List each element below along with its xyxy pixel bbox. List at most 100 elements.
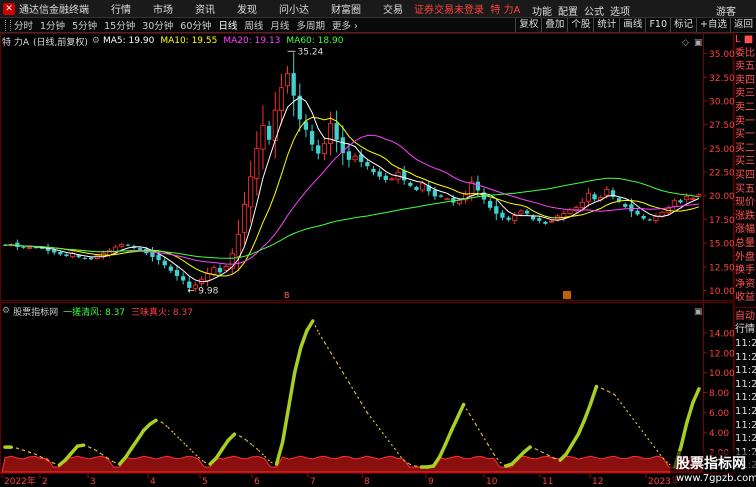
candle-body: [321, 143, 327, 154]
side-jingzi[interactable]: 净资: [735, 278, 756, 292]
side-waipan[interactable]: 外盘: [735, 251, 756, 265]
indicator-fall-segment: [95, 449, 102, 455]
indicator-rise-segment: [691, 387, 701, 405]
candle-body: [156, 254, 161, 261]
date-tick-label: 5: [202, 477, 208, 487]
candle-body: [260, 124, 266, 150]
indicator-fall-segment: [372, 419, 380, 429]
indicator-fall-segment: [179, 438, 187, 446]
indicator-rise-segment: [286, 370, 297, 410]
side-time-7: 11:27: [735, 419, 756, 431]
indicator-fall-segment: [342, 372, 350, 383]
candle-body: [696, 194, 702, 197]
side-zongliang[interactable]: 总量: [735, 237, 756, 251]
date-tick-label: 3: [90, 477, 96, 487]
side-time-8: 11:28: [735, 433, 756, 445]
candle-body: [506, 217, 511, 220]
side-xianjia[interactable]: 现价: [735, 196, 756, 210]
side-sell2[interactable]: 卖二: [735, 101, 756, 115]
side-time-6: 11:27: [735, 406, 756, 418]
indicator-fall-segment: [469, 414, 477, 425]
indicator-fall-segment: [626, 410, 634, 419]
candle-body: [414, 186, 419, 190]
candle-body: [235, 234, 241, 257]
indicator-fall-segment: [330, 352, 338, 364]
date-tick-label: 8: [364, 477, 370, 487]
side-sell4[interactable]: 卖四: [735, 74, 756, 88]
side-buy2[interactable]: 买二: [735, 142, 756, 156]
indicator-tick-label: 12.00: [709, 349, 734, 359]
side-sell5[interactable]: 卖五: [735, 60, 756, 74]
indicator-tick-label: 4.00: [709, 429, 729, 439]
low-marker-arrow-icon: ←: [187, 287, 195, 297]
indicator-fall-segment: [336, 362, 344, 373]
candle-body: [284, 73, 291, 87]
indicator-fall-segment: [354, 392, 362, 403]
date-tick-label: 4: [150, 477, 156, 487]
candle-body: [488, 200, 493, 208]
side-weibi[interactable]: 委比: [735, 47, 756, 61]
candle-body: [524, 210, 530, 214]
candle-body: [291, 73, 296, 96]
side-xingqing[interactable]: 行情: [735, 323, 756, 337]
indicator-rise-segment: [443, 428, 454, 446]
indicator-fall-segment: [650, 441, 658, 451]
indicator-tick-label: 8.00: [709, 389, 729, 399]
candle-body: [543, 221, 548, 224]
candle-body: [623, 204, 628, 207]
price-tick-label: 27.50: [709, 121, 734, 131]
indicator-fall-segment: [638, 425, 646, 435]
candle-body: [180, 276, 186, 281]
side-huanshou[interactable]: 换手: [735, 264, 756, 278]
indicator-fall-segment: [366, 412, 374, 421]
price-tick-label: 25.00: [709, 145, 734, 155]
candle-body: [27, 247, 33, 249]
watermark-url: www.7gpzb.com: [676, 473, 756, 484]
indicator-fall-segment: [620, 402, 628, 411]
indicator-fall-segment: [173, 432, 181, 440]
date-tick-label: 11: [542, 477, 553, 487]
low-marker-label: 9.98: [198, 287, 218, 297]
candle-body: [334, 123, 339, 140]
side-sell3[interactable]: 卖三: [735, 87, 756, 101]
candle-body: [15, 242, 20, 247]
side-buy1[interactable]: 买一: [735, 128, 756, 142]
indicator-fall-segment: [535, 448, 543, 453]
candle-body: [494, 206, 499, 214]
indicator-rise-segment: [304, 319, 315, 333]
candle-body: [518, 210, 524, 215]
candle-body: [389, 178, 395, 181]
side-auto[interactable]: 自动: [735, 310, 756, 324]
chart-canvas[interactable]: 35.00 32.50 30.00 27.50 25.00 22.50 20.00 17.50…: [0, 0, 734, 487]
side-buy5[interactable]: 买五: [735, 183, 756, 197]
candle-body: [229, 253, 235, 269]
side-buy4[interactable]: 买四: [735, 169, 756, 183]
indicator-fall-segment: [348, 382, 356, 393]
indicator-tick-label: 14.00: [709, 329, 734, 339]
indicator-fall-segment: [487, 443, 495, 455]
candle-body: [402, 170, 407, 181]
layout-toggle-icon: ◇: [682, 38, 689, 48]
candle-body: [684, 195, 690, 201]
candle-body: [346, 151, 352, 160]
indicator-fall-segment: [602, 388, 609, 393]
main-price-axis: 35.00 32.50 30.00 27.50 25.00 22.50 20.00 17.50…: [703, 50, 734, 297]
candle-body: [647, 219, 652, 221]
candle-body: [641, 216, 646, 219]
side-shouyi[interactable]: 收益: [735, 291, 756, 305]
side-zhangfu[interactable]: 涨幅: [735, 223, 756, 237]
price-tick-label: 22.50: [709, 169, 734, 179]
indicator-red-band: [1, 455, 703, 473]
side-buy3[interactable]: 买三: [735, 155, 756, 169]
candle-body: [592, 194, 597, 200]
candle-body: [217, 267, 223, 273]
indicator-fall-segment: [475, 423, 483, 435]
indicator-rise-segment: [588, 384, 599, 407]
side-time-3: 11:26: [735, 365, 756, 377]
candle-body: [254, 147, 260, 179]
side-zhangdie[interactable]: 涨跌: [735, 210, 756, 224]
side-sell1[interactable]: 卖一: [735, 115, 756, 129]
date-tick-label: 2022年: [4, 475, 36, 487]
window-toggle-icon: ▣: [694, 38, 703, 48]
candle-body: [438, 195, 444, 197]
